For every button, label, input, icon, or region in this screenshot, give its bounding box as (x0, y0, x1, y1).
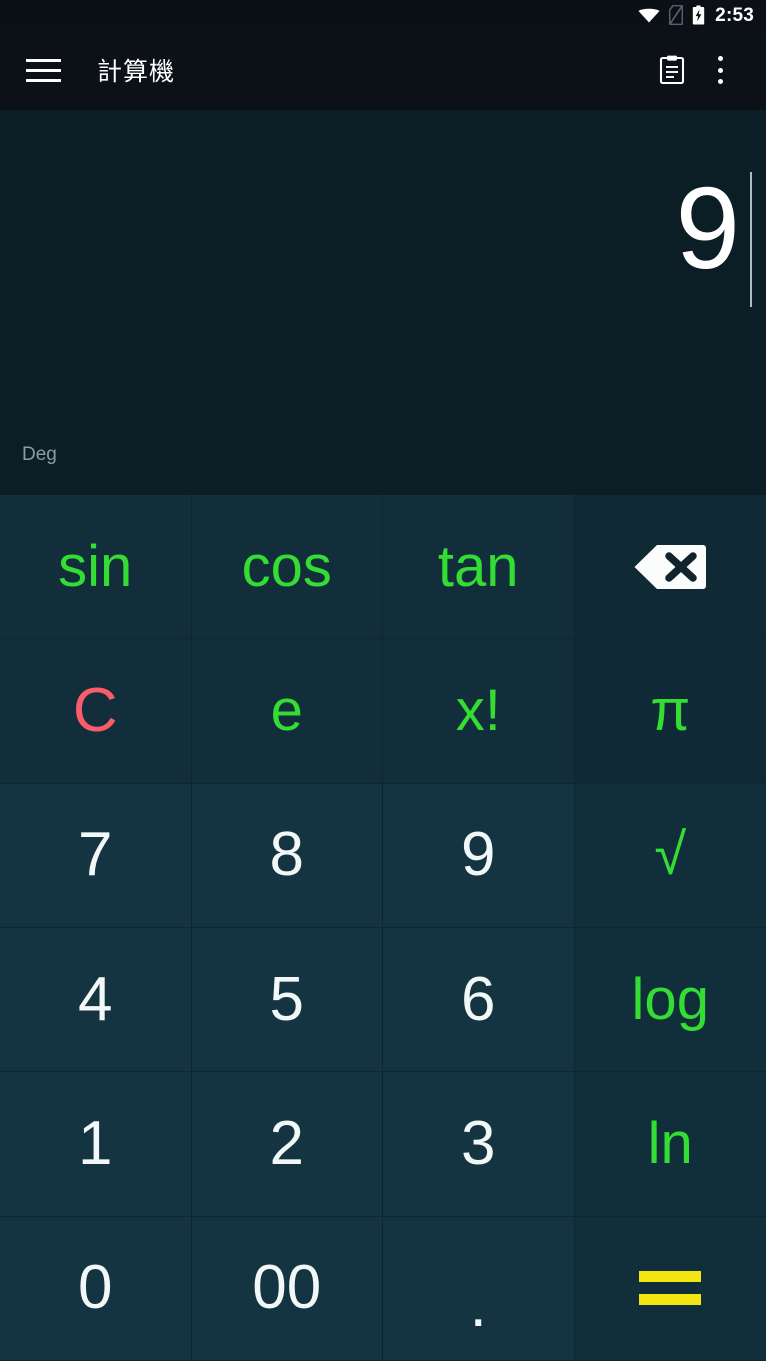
page-title: 計算機 (97, 58, 176, 86)
overflow-menu-button[interactable] (696, 46, 744, 94)
key-0[interactable]: 0 (0, 1216, 192, 1361)
app-bar: 計算機 (0, 30, 766, 110)
key-9[interactable]: 9 (383, 783, 575, 928)
text-caret (750, 172, 752, 307)
more-vert-icon (717, 56, 723, 84)
key-5-label: 5 (269, 964, 304, 1034)
key-sqrt-label: √ (654, 822, 687, 888)
key-decimal-label: . (469, 1271, 487, 1341)
key-6[interactable]: 6 (383, 927, 575, 1073)
key-decimal[interactable]: . (383, 1216, 575, 1361)
key-4-label: 4 (78, 964, 113, 1034)
key-sin-label: sin (58, 533, 133, 599)
key-log-label: log (631, 966, 709, 1032)
key-clear[interactable]: C (0, 639, 192, 784)
key-2-label: 2 (269, 1108, 304, 1178)
key-sin[interactable]: sin (0, 495, 192, 640)
key-1[interactable]: 1 (0, 1072, 192, 1217)
key-cos-label: cos (241, 533, 332, 599)
key-sqrt[interactable]: √ (574, 783, 766, 928)
calculator-app: 2:53 計算機 9 Deg sin cos tan C e x! π 7 8 … (0, 0, 766, 1361)
keypad: sin cos tan Ce x! π 7 8 9 √ 4 5 6 log 1 2 3 ln 0 00. (0, 495, 766, 1361)
no-sim-icon (669, 5, 684, 25)
key-cos[interactable]: cos (191, 495, 383, 640)
key-pi-label: π (650, 677, 691, 743)
backspace-icon (634, 544, 707, 589)
key-7[interactable]: 7 (0, 783, 192, 928)
key-2[interactable]: 2 (191, 1072, 383, 1217)
key-factorial-label: x! (455, 677, 501, 743)
expression-row: 9 (0, 110, 766, 445)
key-7-label: 7 (78, 820, 113, 890)
hamburger-menu-icon[interactable] (26, 52, 62, 88)
calculator-display[interactable]: 9 Deg (0, 110, 766, 495)
key-8-label: 8 (269, 820, 304, 890)
key-backspace[interactable] (574, 495, 766, 640)
key-8[interactable]: 8 (191, 783, 383, 928)
key-ln-label: ln (647, 1110, 693, 1176)
key-tan-label: tan (437, 533, 519, 599)
history-clipboard-icon (659, 55, 685, 85)
key-log[interactable]: log (574, 927, 766, 1073)
mode-row: Deg (0, 445, 766, 495)
wifi-icon (638, 8, 660, 23)
key-3[interactable]: 3 (383, 1072, 575, 1217)
key-ln[interactable]: ln (574, 1072, 766, 1217)
key-4[interactable]: 4 (0, 927, 192, 1073)
expression-text: 9 (675, 163, 741, 293)
equals-glyph (639, 1271, 702, 1306)
key-e-label: e (270, 677, 303, 743)
key-factorial[interactable]: x! (383, 639, 575, 784)
key-pi[interactable]: π (574, 639, 766, 784)
key-9-label: 9 (461, 820, 496, 890)
key-00-label: 00 (252, 1253, 322, 1323)
status-time: 2:53 (715, 4, 754, 26)
key-tan[interactable]: tan (383, 495, 575, 640)
history-button[interactable] (648, 46, 696, 94)
key-clear-label: C (72, 675, 118, 745)
key-3-label: 3 (461, 1108, 496, 1178)
key-1-label: 1 (78, 1108, 113, 1178)
key-equals[interactable] (574, 1216, 766, 1361)
key-0-label: 0 (78, 1253, 113, 1323)
battery-charging-icon (692, 5, 705, 25)
key-5[interactable]: 5 (191, 927, 383, 1073)
key-e[interactable]: e (191, 639, 383, 784)
angle-mode-label: Deg (22, 444, 57, 465)
key-6-label: 6 (461, 964, 496, 1034)
key-00[interactable]: 00 (191, 1216, 383, 1361)
status-bar: 2:53 (0, 0, 766, 30)
